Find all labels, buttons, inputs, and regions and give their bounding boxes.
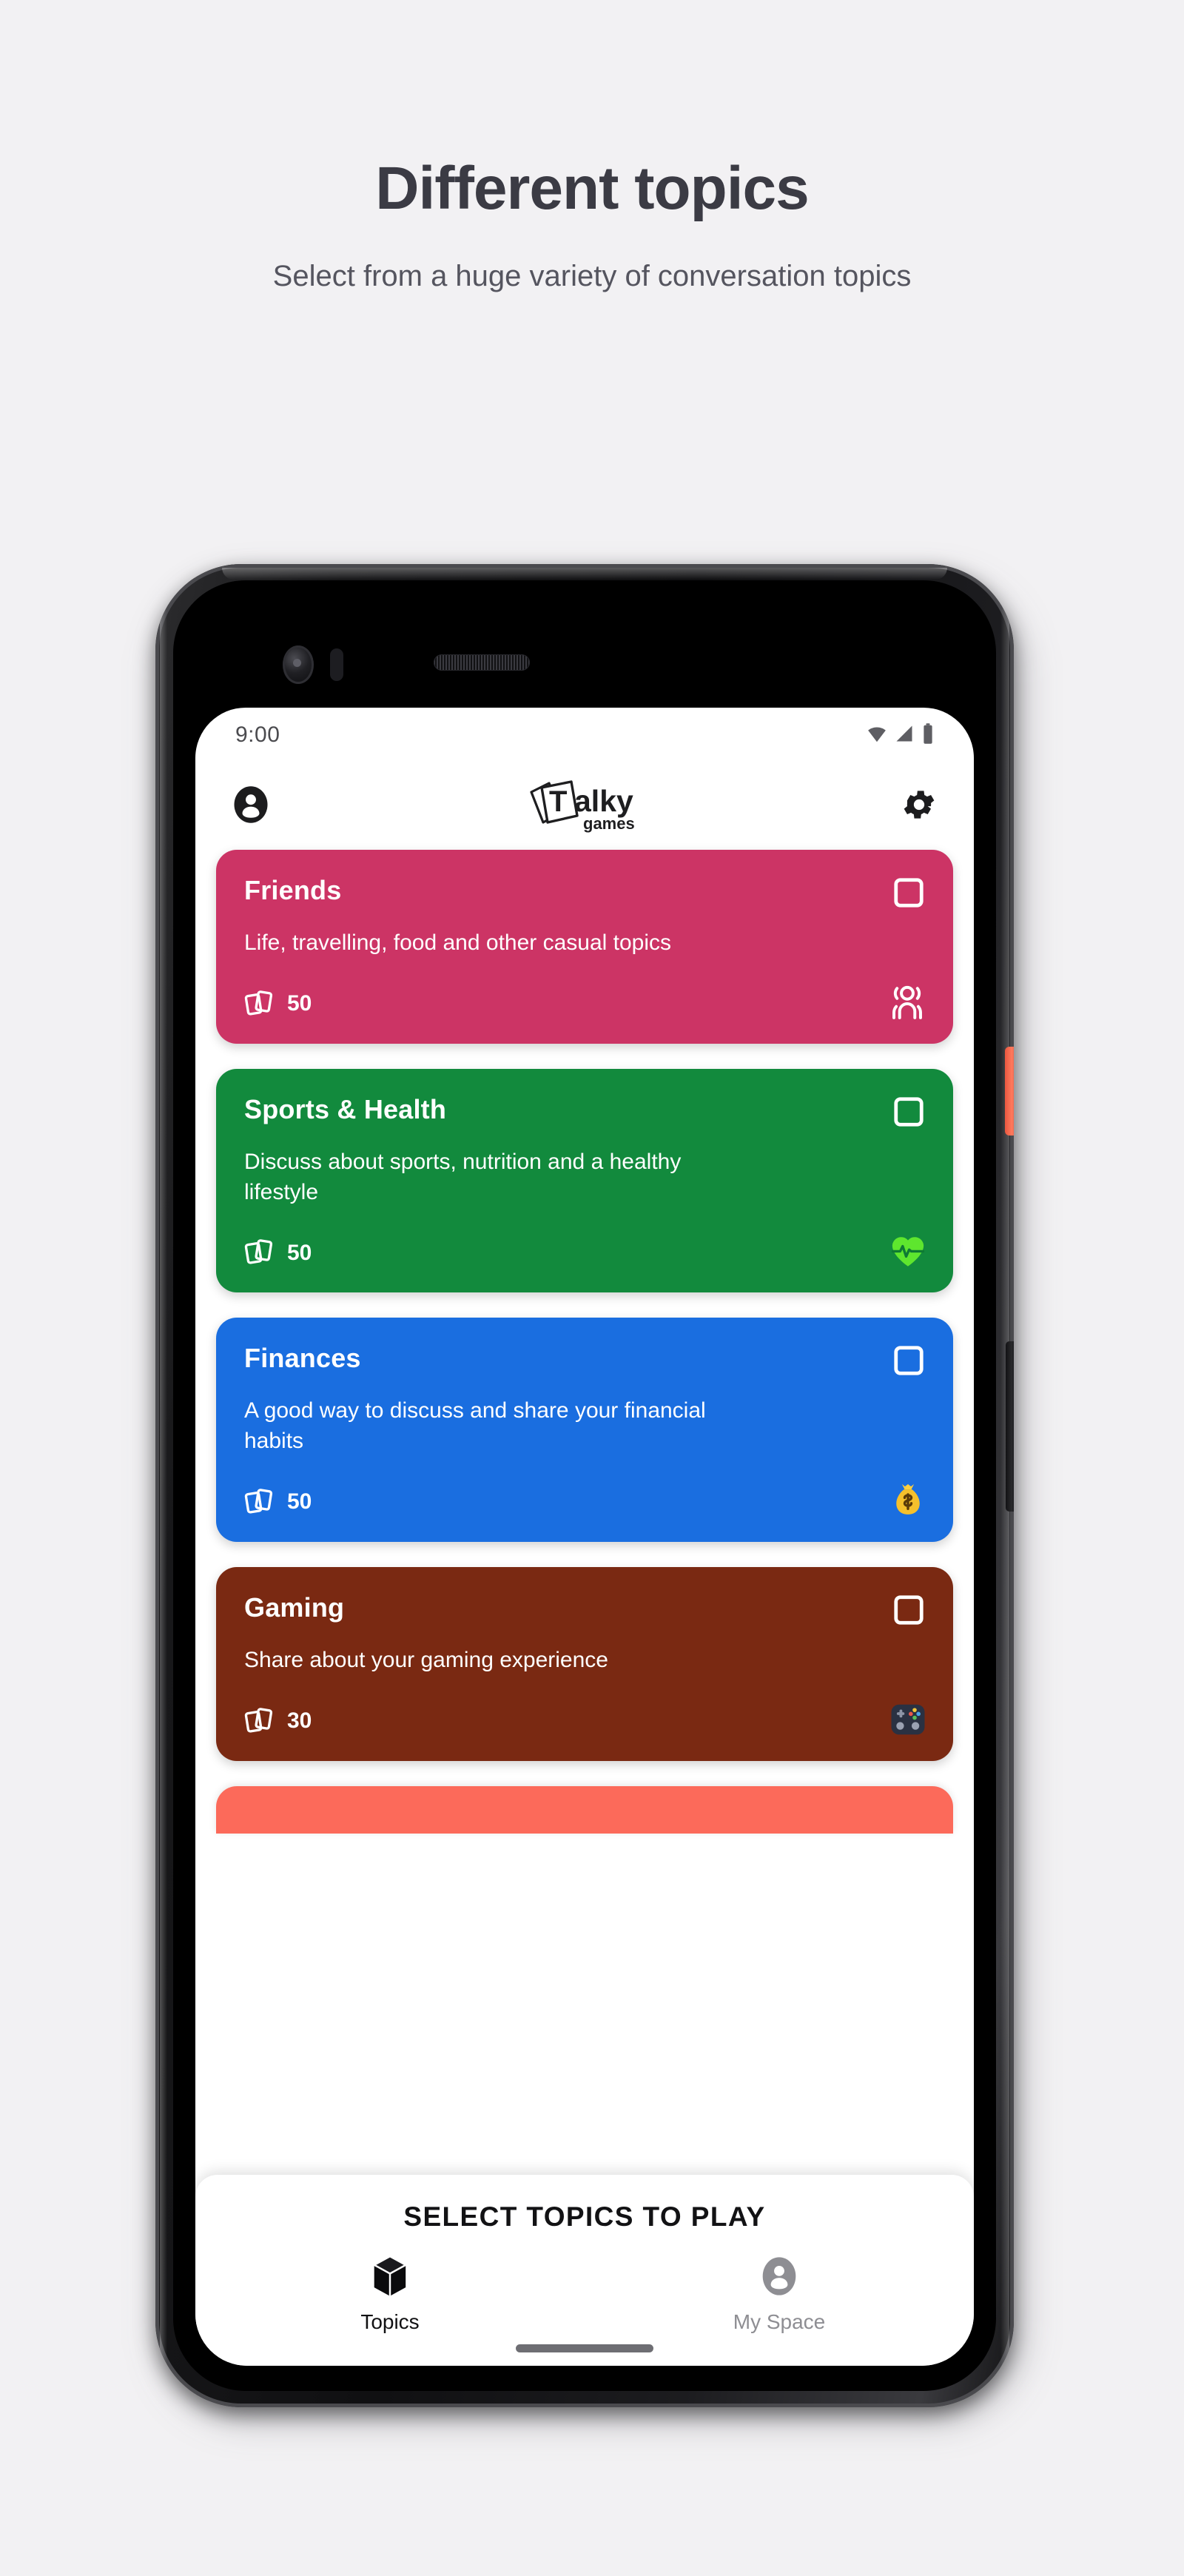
nav-item-my-space[interactable]: My Space [585,2255,974,2334]
topic-count-row: 50 [244,987,925,1022]
topic-title: Gaming [244,1591,345,1623]
promo-page: Different topics Select from a huge vari… [0,0,1184,2576]
card-stack-icon [244,987,275,1022]
money-bag-icon [888,1480,928,1524]
front-camera-icon [283,645,314,684]
nav-item-label: My Space [733,2310,826,2333]
beating-heart-pulse-icon [888,1231,928,1275]
app-logo: T alky games [522,777,648,835]
card-stack-icon [244,1704,275,1739]
topic-checkbox[interactable] [892,1096,925,1132]
wifi-icon [866,722,888,748]
topic-count-row: 30 [244,1704,925,1739]
app-bar: T alky games [195,762,974,850]
topic-card-count: 50 [287,991,312,1016]
topic-card-count: 50 [287,1489,312,1515]
card-stack-icon [244,1235,275,1270]
topic-count-row: 50 [244,1235,925,1270]
status-bar: 9:00 [195,708,974,762]
account-circle-icon[interactable] [231,785,271,828]
bottom-sheet-title: SELECT TOPICS TO PLAY [403,2201,766,2232]
topic-description: Share about your gaming experience [244,1647,608,1672]
phone-screen: 9:00 T alky games Friends Life, travelli… [195,708,974,2366]
gear-icon[interactable] [900,785,938,828]
earpiece-speaker-icon [434,654,530,671]
topic-checkbox[interactable] [892,1594,925,1630]
promo-header: Different topics Select from a huge vari… [0,0,1184,298]
video-game-controller-icon [888,1700,928,1743]
topic-title: Sports & Health [244,1093,447,1124]
card-stack-icon [244,1485,275,1520]
power-button[interactable] [1005,1047,1014,1136]
svg-text:T: T [549,785,567,818]
topic-title: Finances [244,1343,361,1374]
topic-card-friends[interactable]: Friends Life, travelling, food and other… [216,850,953,1044]
topic-description: Life, travelling, food and other casual … [244,930,672,955]
svg-text:alky: alky [574,784,633,818]
phone-mockup: 9:00 T alky games Friends Life, travelli… [148,564,1036,2429]
gesture-home-bar[interactable] [516,2344,653,2352]
frame-highlight-left [160,608,167,2370]
topic-description: Discuss about sports, nutrition and a he… [244,1149,682,1204]
topics-list[interactable]: Friends Life, travelling, food and other… [195,850,974,2366]
bottom-sheet: SELECT TOPICS TO PLAY Topics My Space [195,2175,974,2366]
volume-rocker-button[interactable] [1006,1341,1014,1512]
nav-item-label: Topics [360,2310,420,2333]
topic-count-row: 50 [244,1485,925,1520]
frame-highlight-top [222,568,947,580]
device-frame: 9:00 T alky games Friends Life, travelli… [155,564,1014,2407]
status-time: 9:00 [235,722,280,747]
topic-card-sports-health[interactable]: Sports & Health Discuss about sports, nu… [216,1068,953,1293]
account-circle-icon [759,2255,799,2301]
status-icons [866,722,935,748]
topic-checkbox[interactable] [892,876,925,913]
topic-checkbox[interactable] [892,1344,925,1381]
proximity-sensor-icon [330,648,343,681]
topic-description: A good way to discuss and share your fin… [244,1398,706,1454]
bottom-navigation: Topics My Space [195,2255,974,2334]
topic-card-finances[interactable]: Finances A good way to discuss and share… [216,1318,953,1542]
cube-icon [369,2255,411,2301]
topic-title: Friends [244,875,342,905]
signal-icon [894,723,915,748]
page-subtitle: Select from a huge variety of conversati… [272,260,912,292]
speaking-head-icon [887,981,928,1026]
nav-item-topics[interactable]: Topics [195,2255,585,2334]
device-bezel: 9:00 T alky games Friends Life, travelli… [173,580,996,2391]
svg-text:games: games [583,814,635,833]
page-title: Different topics [375,155,809,222]
topic-card-peek[interactable] [216,1785,953,1834]
battery-icon [921,722,935,748]
topic-card-gaming[interactable]: Gaming Share about your gaming experienc… [216,1566,953,1761]
topic-card-count: 30 [287,1708,312,1734]
topic-card-count: 50 [287,1240,312,1265]
